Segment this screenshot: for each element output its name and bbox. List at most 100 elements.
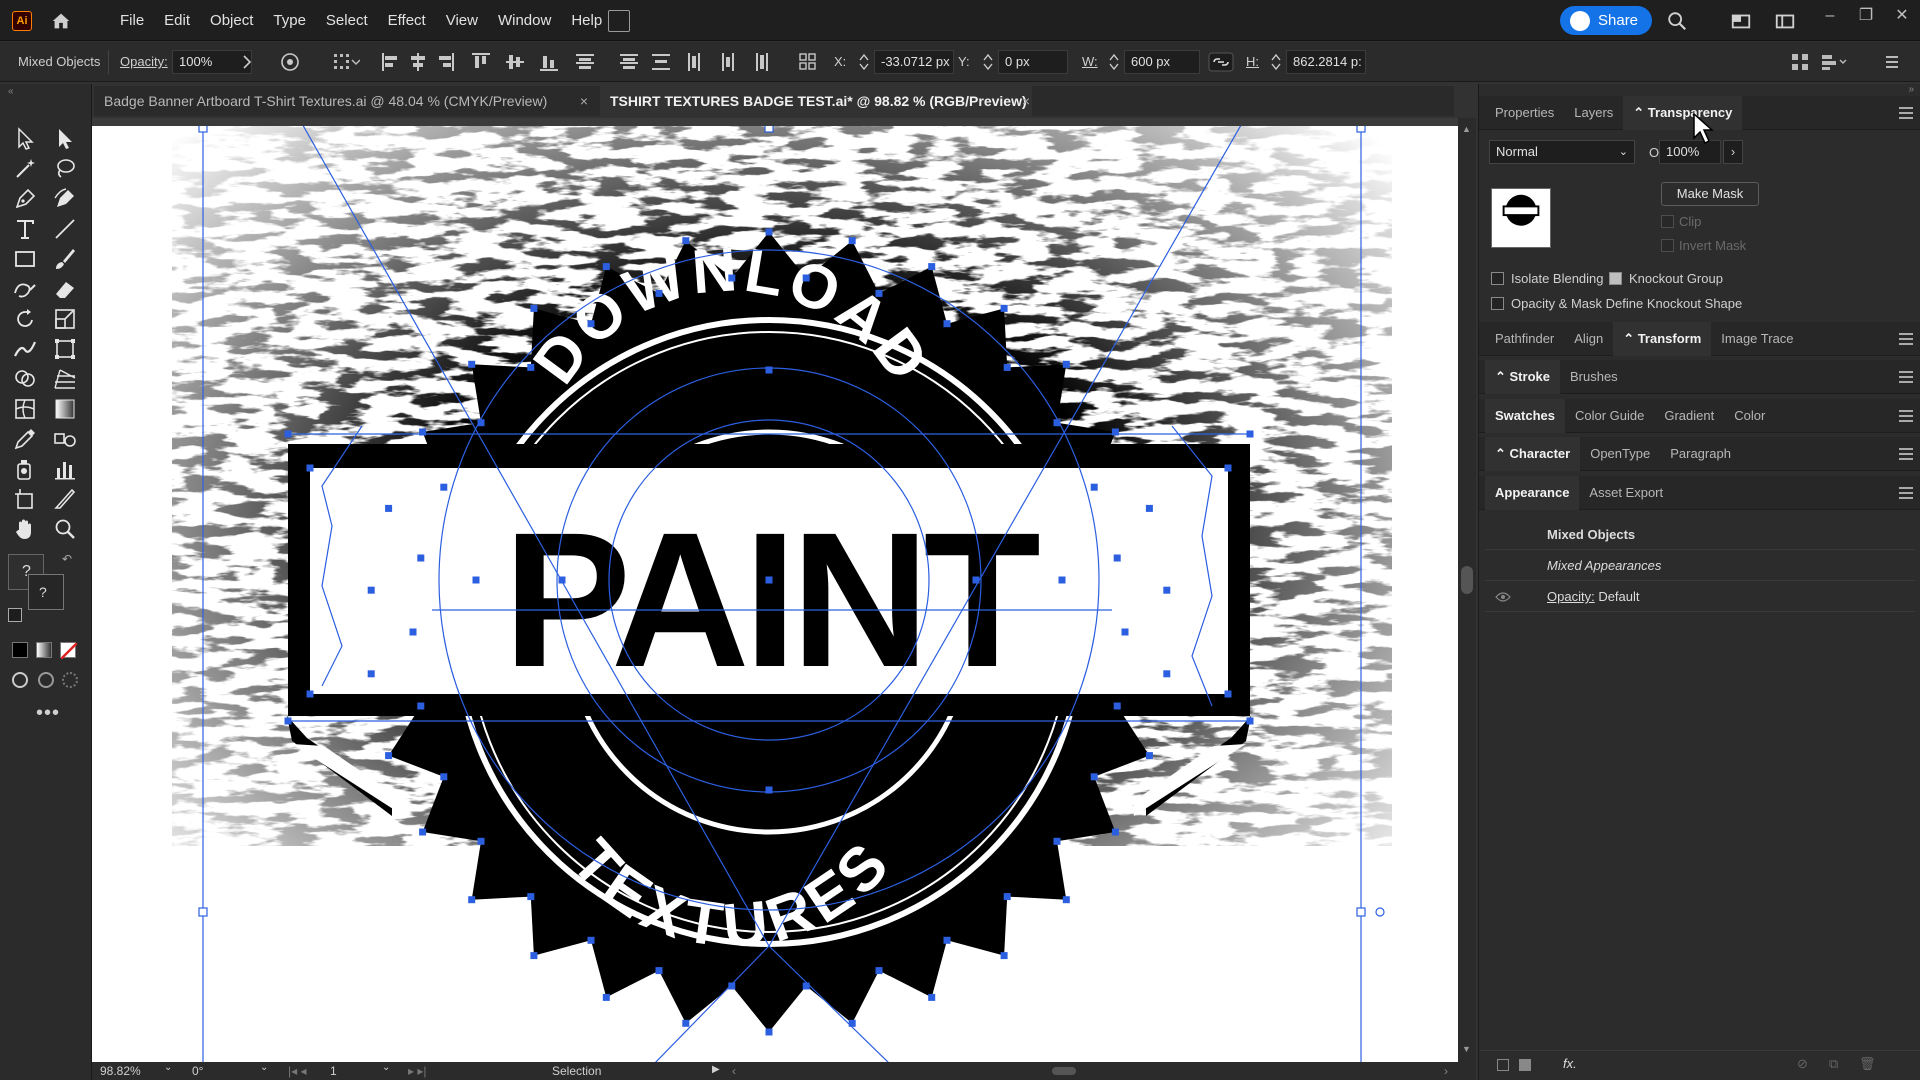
anchor-point[interactable] <box>385 752 393 760</box>
anchor-point[interactable] <box>802 982 810 990</box>
chevron-down-icon[interactable]: ⌄ <box>260 1062 268 1073</box>
menu-type[interactable]: Type <box>263 0 316 41</box>
tab-color-guide[interactable]: Color Guide <box>1565 399 1654 433</box>
scroll-up-icon[interactable]: ▲ <box>1462 124 1471 134</box>
anchor-point[interactable] <box>848 1019 856 1027</box>
clear-appearance-icon[interactable]: ⊘ <box>1797 1056 1808 1072</box>
scrollbar-thumb[interactable] <box>1461 566 1473 594</box>
badge-artwork[interactable]: PAINT DOWNLOAD TEXTURES <box>92 126 1458 1062</box>
y-field[interactable]: 0 px <box>998 50 1068 74</box>
column-graph-tool-icon[interactable] <box>52 456 78 482</box>
scroll-right-icon[interactable]: › <box>1444 1064 1448 1078</box>
anchor-point[interactable] <box>602 993 610 1001</box>
object-thumbnail[interactable] <box>1491 188 1551 248</box>
anchor-point[interactable] <box>417 702 425 710</box>
anchor-point[interactable] <box>1053 419 1061 427</box>
share-button[interactable]: Share <box>1560 6 1652 35</box>
anchor-point[interactable] <box>765 366 773 374</box>
panel-layout-icon[interactable] <box>1774 10 1796 32</box>
tab-image-trace[interactable]: Image Trace <box>1711 322 1803 356</box>
anchor-point[interactable] <box>1113 554 1121 562</box>
document-tab-active[interactable]: TSHIRT TEXTURES BADGE TEST.ai* @ 98.82 %… <box>600 86 1032 116</box>
collapse-panels-icon[interactable]: » <box>1908 84 1914 95</box>
stepper-icon[interactable] <box>1108 52 1120 72</box>
perspective-grid-tool-icon[interactable] <box>52 366 78 392</box>
anchor-point[interactable] <box>1000 304 1008 312</box>
paintbrush-tool-icon[interactable] <box>52 246 78 272</box>
anchor-point[interactable] <box>655 967 663 975</box>
anchor-point[interactable] <box>728 274 736 282</box>
align-to-selection-icon[interactable] <box>798 52 824 72</box>
anchor-point[interactable] <box>682 1019 690 1027</box>
anchor-point[interactable] <box>527 363 535 371</box>
anchor-point[interactable] <box>875 289 883 297</box>
unknown-stroke-icon[interactable]: ? <box>28 574 64 610</box>
x-field[interactable]: -33.0712 px <box>874 50 954 74</box>
anchor-point[interactable] <box>972 576 980 584</box>
knockout-group-checkbox[interactable] <box>1609 272 1622 285</box>
magic-wand-tool-icon[interactable] <box>12 156 38 182</box>
transform-grid-icon[interactable] <box>332 52 360 72</box>
chevron-right-icon[interactable] <box>240 54 254 70</box>
tab-opentype[interactable]: OpenType <box>1580 437 1660 471</box>
visibility-eye-icon[interactable] <box>1495 591 1511 603</box>
clip-checkbox[interactable] <box>1661 215 1674 228</box>
status-menu-icon[interactable]: ▶ <box>712 1064 720 1075</box>
vertical-scrollbar[interactable]: ▲ ▼ <box>1458 118 1476 1062</box>
arrange-documents-icon[interactable] <box>608 10 630 32</box>
menu-select[interactable]: Select <box>316 0 378 41</box>
anchor-point[interactable] <box>1113 702 1121 710</box>
anchor-point[interactable] <box>1000 952 1008 960</box>
zoom-level[interactable]: 98.82% <box>100 1064 141 1078</box>
panel-menu-icon[interactable] <box>1899 333 1913 345</box>
arrange-dropdown-icon[interactable] <box>1820 52 1848 72</box>
add-stroke-icon[interactable] <box>1497 1059 1509 1071</box>
anchor-point[interactable] <box>367 670 375 678</box>
invert-mask-checkbox[interactable] <box>1661 239 1674 252</box>
make-mask-button[interactable]: Make Mask <box>1661 182 1759 206</box>
anchor-point[interactable] <box>928 263 936 271</box>
width-tool-icon[interactable] <box>12 336 38 362</box>
default-fill-stroke-icon[interactable] <box>8 608 22 622</box>
anchor-point[interactable] <box>765 576 773 584</box>
anchor-point[interactable] <box>1121 628 1129 636</box>
free-transform-tool-icon[interactable] <box>52 336 78 362</box>
panel-menu-icon[interactable] <box>1899 410 1913 422</box>
tab-properties[interactable]: Properties <box>1485 96 1564 130</box>
document-tab[interactable]: Badge Banner Artboard T-Shirt Textures.a… <box>94 86 584 116</box>
anchor-point[interactable] <box>419 828 427 836</box>
anchor-point[interactable] <box>440 483 448 491</box>
artboard-nav-last-icon[interactable]: ▸ ▸| <box>408 1064 427 1078</box>
anchor-point[interactable] <box>477 837 485 845</box>
anchor-point[interactable] <box>765 786 773 794</box>
zoom-tool-icon[interactable] <box>52 516 78 542</box>
tab-character[interactable]: ⌃ Character <box>1485 436 1581 471</box>
panel-menu-icon[interactable] <box>1899 371 1913 383</box>
artboard[interactable]: PAINT DOWNLOAD TEXTURES <box>92 126 1458 1062</box>
stepper-icon[interactable] <box>1270 52 1282 72</box>
tab-gradient[interactable]: Gradient <box>1654 399 1724 433</box>
close-tab-icon[interactable]: × <box>1018 86 1034 116</box>
tab-appearance[interactable]: Appearance <box>1485 475 1580 510</box>
pen-tool-icon[interactable] <box>12 186 38 212</box>
chevron-down-icon[interactable]: ⌄ <box>382 1062 390 1073</box>
anchor-point[interactable] <box>472 576 480 584</box>
opacity-label[interactable]: Opacity: <box>120 54 168 69</box>
tab-align[interactable]: Align <box>1564 322 1613 356</box>
anchor-point[interactable] <box>558 576 566 584</box>
anchor-point[interactable] <box>875 967 883 975</box>
symbol-sprayer-tool-icon[interactable] <box>12 456 38 482</box>
anchor-point[interactable] <box>1090 483 1098 491</box>
scale-tool-icon[interactable] <box>52 306 78 332</box>
anchor-point[interactable] <box>1145 504 1153 512</box>
swap-fill-stroke-icon[interactable]: ↶ <box>62 552 72 566</box>
menu-view[interactable]: View <box>436 0 488 41</box>
tab-swatches[interactable]: Swatches <box>1485 398 1565 433</box>
tab-stroke[interactable]: ⌃ Stroke <box>1485 359 1560 394</box>
duplicate-item-icon[interactable]: ⧉ <box>1829 1056 1838 1072</box>
type-tool-icon[interactable] <box>12 216 38 242</box>
anchor-point[interactable] <box>1163 586 1171 594</box>
control-bar-menu-icon[interactable] <box>1882 52 1902 72</box>
w-field[interactable]: 600 px <box>1124 50 1200 74</box>
anchor-point[interactable] <box>1111 828 1119 836</box>
